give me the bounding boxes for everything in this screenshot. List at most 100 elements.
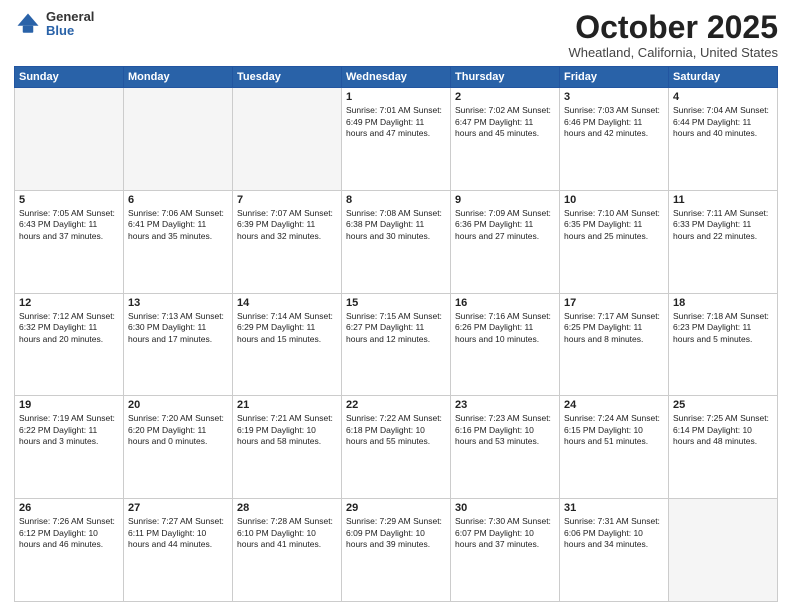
calendar-cell: 2 Sunrise: 7:02 AM Sunset: 6:47 PM Daylig… <box>451 88 560 191</box>
calendar-table: SundayMondayTuesdayWednesdayThursdayFrid… <box>14 66 778 602</box>
calendar-cell: 10Sunrise: 7:10 AM Sunset: 6:35 PM Dayli… <box>560 190 669 293</box>
calendar-cell: 26Sunrise: 7:26 AM Sunset: 6:12 PM Dayli… <box>15 499 124 602</box>
cell-content: Sunrise: 7:16 AM Sunset: 6:26 PM Dayligh… <box>455 311 555 345</box>
day-number: 6 <box>128 194 228 206</box>
day-number: 10 <box>564 194 664 206</box>
calendar-header-thursday: Thursday <box>451 67 560 88</box>
calendar-cell: 14 Sunrise: 7:14 AM Sunset: 6:29 PM Dayli… <box>233 293 342 396</box>
calendar-cell: 28 Sunrise: 7:28 AM Sunset: 6:10 PM Dayli… <box>233 499 342 602</box>
cell-content: Sunrise: 7:29 AM Sunset: 6:09 PM Dayligh… <box>346 516 446 550</box>
cell-content: Sunrise: 7:31 AM Sunset: 6:06 PM Dayligh… <box>564 516 664 550</box>
calendar-cell: 15Sunrise: 7:15 AM Sunset: 6:27 PM Dayli… <box>342 293 451 396</box>
calendar-header-saturday: Saturday <box>669 67 778 88</box>
cell-content: Sunrise: 7:19 AM Sunset: 6:22 PM Dayligh… <box>19 413 119 447</box>
calendar-header-sunday: Sunday <box>15 67 124 88</box>
day-number: 7 <box>237 194 337 206</box>
cell-content: Sunrise: 7:30 AM Sunset: 6:07 PM Dayligh… <box>455 516 555 550</box>
cell-content: Sunrise: 7:20 AM Sunset: 6:20 PM Dayligh… <box>128 413 228 447</box>
cell-content: Sunrise: 7:08 AM Sunset: 6:38 PM Dayligh… <box>346 208 446 242</box>
cell-content: Sunrise: 7:14 AM Sunset: 6:29 PM Dayligh… <box>237 311 337 345</box>
day-number: 20 <box>128 399 228 411</box>
cell-content: Sunrise: 7:12 AM Sunset: 6:32 PM Dayligh… <box>19 311 119 345</box>
cell-content: Sunrise: 7:13 AM Sunset: 6:30 PM Dayligh… <box>128 311 228 345</box>
cell-content: Sunrise: 7:07 AM Sunset: 6:39 PM Dayligh… <box>237 208 337 242</box>
day-number: 5 <box>19 194 119 206</box>
calendar-cell: 5 Sunrise: 7:05 AM Sunset: 6:43 PM Daylig… <box>15 190 124 293</box>
calendar-header-tuesday: Tuesday <box>233 67 342 88</box>
day-number: 24 <box>564 399 664 411</box>
cell-content: Sunrise: 7:06 AM Sunset: 6:41 PM Dayligh… <box>128 208 228 242</box>
calendar-header-row: SundayMondayTuesdayWednesdayThursdayFrid… <box>15 67 778 88</box>
calendar-cell: 22Sunrise: 7:22 AM Sunset: 6:18 PM Dayli… <box>342 396 451 499</box>
cell-content: Sunrise: 7:03 AM Sunset: 6:46 PM Dayligh… <box>564 105 664 139</box>
calendar-cell: 31 Sunrise: 7:31 AM Sunset: 6:06 PM Dayli… <box>560 499 669 602</box>
month-title: October 2025 <box>568 10 778 45</box>
calendar-header-wednesday: Wednesday <box>342 67 451 88</box>
cell-content: Sunrise: 7:24 AM Sunset: 6:15 PM Dayligh… <box>564 413 664 447</box>
day-number: 3 <box>564 91 664 103</box>
cell-content: Sunrise: 7:27 AM Sunset: 6:11 PM Dayligh… <box>128 516 228 550</box>
calendar-cell: 6 Sunrise: 7:06 AM Sunset: 6:41 PM Daylig… <box>124 190 233 293</box>
calendar-cell <box>669 499 778 602</box>
calendar-cell: 19 Sunrise: 7:19 AM Sunset: 6:22 PM Dayli… <box>15 396 124 499</box>
calendar-header-friday: Friday <box>560 67 669 88</box>
day-number: 28 <box>237 502 337 514</box>
calendar-cell: 18 Sunrise: 7:18 AM Sunset: 6:23 PM Dayli… <box>669 293 778 396</box>
logo-general-label: General <box>46 10 94 24</box>
calendar-cell: 9 Sunrise: 7:09 AM Sunset: 6:36 PM Daylig… <box>451 190 560 293</box>
cell-content: Sunrise: 7:23 AM Sunset: 6:16 PM Dayligh… <box>455 413 555 447</box>
calendar-cell: 24 Sunrise: 7:24 AM Sunset: 6:15 PM Dayli… <box>560 396 669 499</box>
day-number: 13 <box>128 297 228 309</box>
logo-blue-label: Blue <box>46 24 94 38</box>
day-number: 22 <box>346 399 446 411</box>
day-number: 18 <box>673 297 773 309</box>
day-number: 1 <box>346 91 446 103</box>
cell-content: Sunrise: 7:05 AM Sunset: 6:43 PM Dayligh… <box>19 208 119 242</box>
calendar-week-2: 5 Sunrise: 7:05 AM Sunset: 6:43 PM Daylig… <box>15 190 778 293</box>
day-number: 21 <box>237 399 337 411</box>
location-subtitle: Wheatland, California, United States <box>568 45 778 60</box>
day-number: 25 <box>673 399 773 411</box>
day-number: 19 <box>19 399 119 411</box>
day-number: 15 <box>346 297 446 309</box>
calendar-cell: 12 Sunrise: 7:12 AM Sunset: 6:32 PM Dayli… <box>15 293 124 396</box>
logo-icon <box>14 10 42 38</box>
calendar-week-5: 26Sunrise: 7:26 AM Sunset: 6:12 PM Dayli… <box>15 499 778 602</box>
calendar-header-monday: Monday <box>124 67 233 88</box>
cell-content: Sunrise: 7:28 AM Sunset: 6:10 PM Dayligh… <box>237 516 337 550</box>
calendar-cell: 13 Sunrise: 7:13 AM Sunset: 6:30 PM Dayli… <box>124 293 233 396</box>
day-number: 29 <box>346 502 446 514</box>
calendar-cell: 11Sunrise: 7:11 AM Sunset: 6:33 PM Dayli… <box>669 190 778 293</box>
page: General Blue October 2025 Wheatland, Cal… <box>0 0 792 612</box>
calendar-week-4: 19 Sunrise: 7:19 AM Sunset: 6:22 PM Dayli… <box>15 396 778 499</box>
day-number: 12 <box>19 297 119 309</box>
calendar-cell: 3 Sunrise: 7:03 AM Sunset: 6:46 PM Daylig… <box>560 88 669 191</box>
calendar-cell: 21Sunrise: 7:21 AM Sunset: 6:19 PM Dayli… <box>233 396 342 499</box>
logo-text: General Blue <box>46 10 94 39</box>
day-number: 2 <box>455 91 555 103</box>
calendar-week-1: 1 Sunrise: 7:01 AM Sunset: 6:49 PM Daylig… <box>15 88 778 191</box>
header: General Blue October 2025 Wheatland, Cal… <box>14 10 778 60</box>
calendar-cell: 25 Sunrise: 7:25 AM Sunset: 6:14 PM Dayli… <box>669 396 778 499</box>
calendar-cell: 4Sunrise: 7:04 AM Sunset: 6:44 PM Daylig… <box>669 88 778 191</box>
day-number: 14 <box>237 297 337 309</box>
calendar-cell <box>233 88 342 191</box>
calendar-cell: 1 Sunrise: 7:01 AM Sunset: 6:49 PM Daylig… <box>342 88 451 191</box>
day-number: 9 <box>455 194 555 206</box>
calendar-cell: 23Sunrise: 7:23 AM Sunset: 6:16 PM Dayli… <box>451 396 560 499</box>
calendar-cell: 27Sunrise: 7:27 AM Sunset: 6:11 PM Dayli… <box>124 499 233 602</box>
calendar-cell: 29 Sunrise: 7:29 AM Sunset: 6:09 PM Dayli… <box>342 499 451 602</box>
calendar-cell: 30 Sunrise: 7:30 AM Sunset: 6:07 PM Dayli… <box>451 499 560 602</box>
day-number: 17 <box>564 297 664 309</box>
cell-content: Sunrise: 7:01 AM Sunset: 6:49 PM Dayligh… <box>346 105 446 139</box>
calendar-cell: 16 Sunrise: 7:16 AM Sunset: 6:26 PM Dayli… <box>451 293 560 396</box>
cell-content: Sunrise: 7:18 AM Sunset: 6:23 PM Dayligh… <box>673 311 773 345</box>
day-number: 30 <box>455 502 555 514</box>
day-number: 31 <box>564 502 664 514</box>
day-number: 26 <box>19 502 119 514</box>
cell-content: Sunrise: 7:02 AM Sunset: 6:47 PM Dayligh… <box>455 105 555 139</box>
cell-content: Sunrise: 7:17 AM Sunset: 6:25 PM Dayligh… <box>564 311 664 345</box>
cell-content: Sunrise: 7:25 AM Sunset: 6:14 PM Dayligh… <box>673 413 773 447</box>
day-number: 16 <box>455 297 555 309</box>
cell-content: Sunrise: 7:09 AM Sunset: 6:36 PM Dayligh… <box>455 208 555 242</box>
